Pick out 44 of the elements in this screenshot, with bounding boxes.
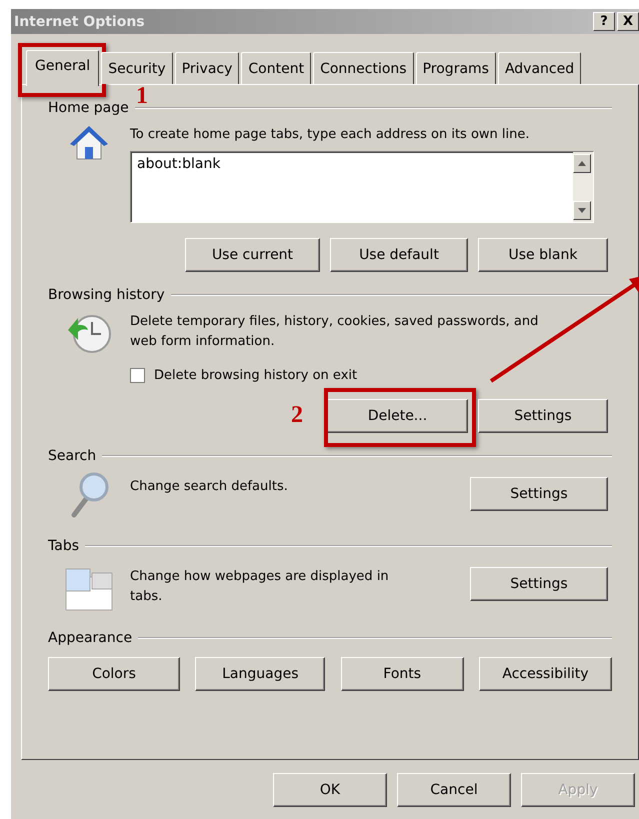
section-heading: Search [48, 448, 96, 464]
tab[interactable]: Connections [313, 52, 414, 84]
clock-icon [66, 312, 112, 356]
tab[interactable]: Programs [416, 52, 496, 84]
dialog-button[interactable]: Use default [330, 238, 468, 272]
dialog-button[interactable]: Colors [48, 657, 180, 691]
dialog-button[interactable]: OK [273, 773, 387, 807]
tab[interactable]: Privacy [174, 52, 240, 84]
tab[interactable]: General [26, 50, 100, 86]
up-arrow-icon [578, 161, 586, 166]
window-title: Internet Options [14, 14, 145, 30]
section-heading: Appearance [48, 630, 132, 646]
dialog-button[interactable]: Accessibility [478, 657, 612, 691]
tabbed-window-icon [65, 567, 113, 611]
tab[interactable]: Security [101, 52, 173, 84]
scroll-up-button[interactable] [573, 154, 591, 173]
dialog-button[interactable]: Settings [478, 399, 608, 433]
tab[interactable]: Content [241, 52, 312, 84]
description-text: Change search defaults. [130, 478, 289, 496]
description-text: Change how webpages are displayed in tabs. [130, 568, 390, 606]
close-button[interactable]: X [617, 12, 639, 31]
down-arrow-icon [578, 208, 586, 213]
section-heading: Browsing history [48, 287, 165, 303]
checkbox[interactable] [130, 368, 145, 383]
section-heading: Tabs [48, 538, 79, 554]
dialog-button[interactable]: Cancel [397, 773, 511, 807]
dialog-button[interactable]: Languages [195, 657, 326, 691]
settings-button[interactable]: Settings [470, 567, 608, 601]
description-text: To create home page tabs, type each address on its own line. [130, 126, 531, 144]
checkbox-label: Delete browsing history on exit [154, 368, 358, 383]
step-number: 1 [136, 84, 148, 108]
dialog-button[interactable]: Fonts [340, 657, 464, 691]
dialog-button[interactable]: Delete... [327, 399, 468, 433]
dialog-button[interactable]: Use current [185, 238, 320, 272]
tab[interactable]: Advanced [498, 52, 582, 84]
scroll-down-button[interactable] [573, 201, 591, 220]
description-text: Delete temporary files, history, cookies, saved passwords, and web form information. [130, 313, 540, 351]
house-icon [69, 125, 109, 161]
help-button[interactable]: ? [593, 12, 615, 31]
address-field[interactable]: about:blank [130, 151, 594, 223]
step-number: 2 [291, 403, 303, 427]
settings-button[interactable]: Settings [470, 477, 608, 511]
section-heading: Home page [48, 100, 129, 116]
dialog-button[interactable]: Use blank [478, 238, 608, 272]
